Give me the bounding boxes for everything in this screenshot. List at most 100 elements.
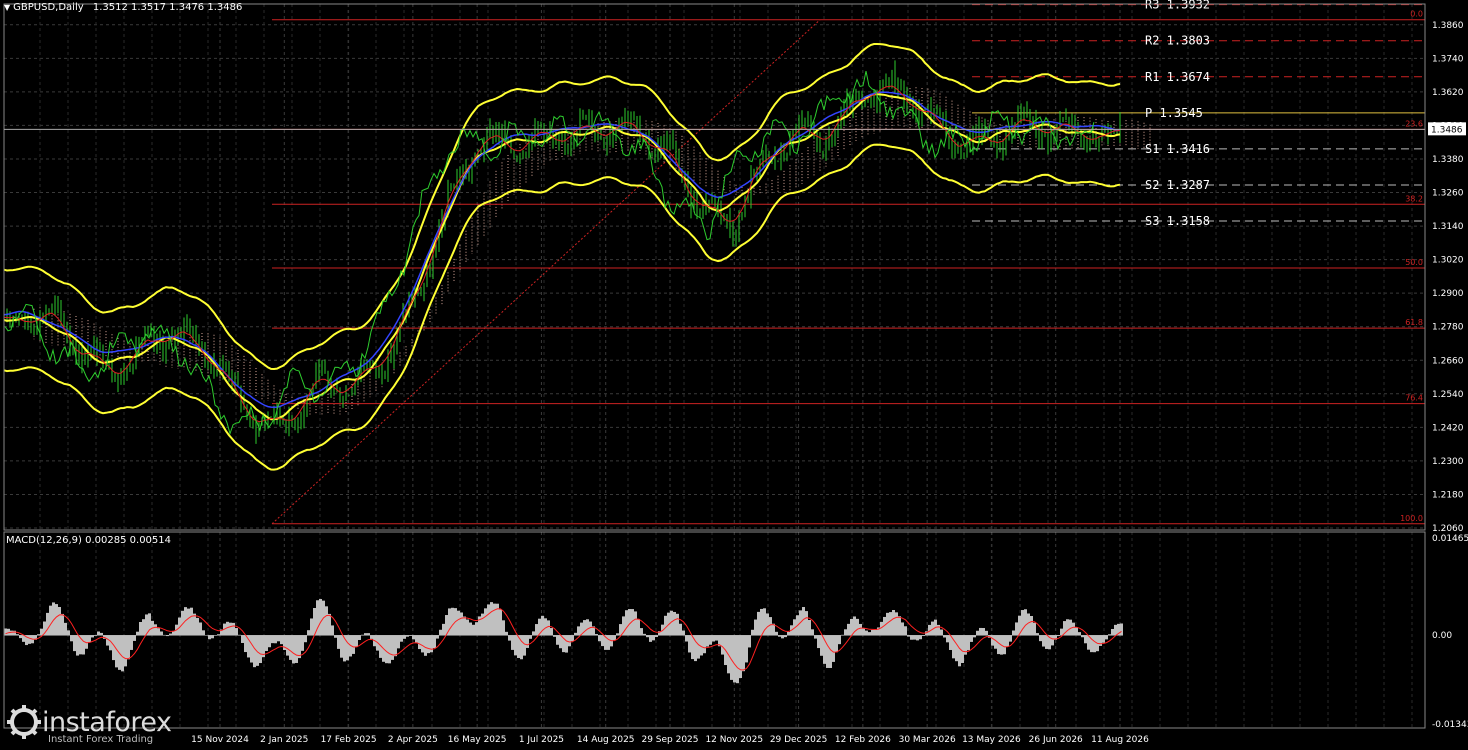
macd-bar bbox=[946, 635, 949, 643]
macd-bar bbox=[619, 624, 622, 636]
macd-bar bbox=[412, 635, 415, 640]
macd-bar bbox=[871, 629, 874, 636]
macd-bar bbox=[1039, 635, 1042, 642]
macd-bar bbox=[541, 615, 544, 636]
pivot-label: S1 1.3416 bbox=[1145, 142, 1210, 156]
macd-bar bbox=[811, 629, 814, 636]
macd-bar bbox=[76, 635, 79, 656]
macd-bar bbox=[487, 604, 490, 636]
macd-bar bbox=[577, 626, 580, 636]
macd-bar bbox=[1066, 619, 1069, 636]
date-tick: 14 Aug 2025 bbox=[577, 735, 635, 745]
macd-bar bbox=[40, 628, 43, 636]
fibo-trend-line bbox=[271, 19, 821, 525]
macd-bar bbox=[10, 630, 13, 636]
macd-bar bbox=[319, 599, 322, 636]
logo-tagline: Instant Forex Trading bbox=[48, 734, 154, 745]
price-tick: 1.3380 bbox=[1432, 155, 1464, 165]
macd-bar bbox=[679, 623, 682, 636]
macd-bar bbox=[595, 634, 598, 636]
macd-bar bbox=[640, 628, 643, 636]
macd-bar bbox=[238, 634, 241, 636]
macd-bar bbox=[460, 612, 463, 636]
macd-bar bbox=[307, 630, 310, 636]
macd-bar bbox=[481, 613, 484, 636]
macd-bar bbox=[100, 632, 103, 636]
macd-bar bbox=[775, 631, 778, 636]
macd-bar bbox=[892, 610, 895, 636]
macd-bar bbox=[55, 604, 58, 636]
macd-bar bbox=[394, 635, 397, 657]
macd-bar bbox=[364, 633, 367, 636]
macd-bar bbox=[706, 635, 709, 647]
macd-bar bbox=[355, 635, 358, 648]
macd-bar bbox=[553, 635, 556, 637]
macd-bar bbox=[1033, 622, 1036, 636]
chart-canvas[interactable]: 0.0 23.6 38.2 50.0 61.8 76.4 100.0 R3 1.3932 R2… bbox=[0, 0, 1468, 750]
bollinger-lower bbox=[3, 143, 1121, 471]
macd-bar bbox=[979, 627, 982, 636]
macd-bar bbox=[505, 631, 508, 636]
pivot-label: P 1.3545 bbox=[1145, 106, 1203, 120]
macd-bar bbox=[127, 635, 130, 660]
fibo-label: 50.0 bbox=[1405, 258, 1423, 267]
price-panel-frame bbox=[3, 3, 1426, 531]
macd-bar bbox=[751, 629, 754, 636]
macd-bar bbox=[721, 635, 724, 655]
symbol-menu-icon[interactable]: ▼ bbox=[4, 3, 10, 12]
macd-bar bbox=[784, 635, 787, 638]
macd-bar bbox=[253, 635, 256, 668]
macd-bar bbox=[325, 606, 328, 636]
date-tick: 13 May 2026 bbox=[962, 735, 1021, 745]
macd-bar bbox=[814, 635, 817, 639]
macd-bar bbox=[997, 635, 1000, 655]
macd-bar bbox=[67, 630, 70, 636]
macd-bar bbox=[973, 635, 976, 638]
macd-bar bbox=[1027, 613, 1030, 636]
macd-bar bbox=[967, 635, 970, 651]
pivot-label: S3 1.3158 bbox=[1145, 214, 1210, 228]
macd-bar bbox=[904, 626, 907, 636]
macd-bar bbox=[97, 631, 100, 636]
macd-bar bbox=[514, 635, 517, 656]
pivot-label: S2 1.3287 bbox=[1145, 178, 1210, 192]
macd-bar bbox=[49, 605, 52, 636]
macd-bar bbox=[652, 635, 655, 641]
macd-bar bbox=[205, 635, 208, 636]
date-tick: 30 Mar 2026 bbox=[899, 735, 956, 745]
macd-bar bbox=[163, 634, 166, 636]
macd-bar bbox=[457, 610, 460, 636]
macd-bar bbox=[91, 635, 94, 638]
macd-bar bbox=[304, 635, 307, 643]
date-tick: 17 Feb 2025 bbox=[321, 735, 377, 745]
date-tick: 15 Nov 2024 bbox=[191, 735, 249, 745]
ohlc-values: 1.3512 1.3517 1.3476 1.3486 bbox=[92, 2, 243, 13]
fibo-label: 76.4 bbox=[1405, 394, 1423, 403]
fibo-label: 38.2 bbox=[1405, 194, 1423, 203]
macd-bar bbox=[424, 635, 427, 656]
macd-bar bbox=[265, 635, 268, 652]
macd-bar bbox=[733, 635, 736, 683]
instaforex-logo: instaforex Instant Forex Trading bbox=[6, 704, 172, 745]
fibo-label: 0.0 bbox=[1410, 10, 1423, 19]
macd-bar bbox=[1006, 635, 1009, 647]
macd-bar bbox=[859, 623, 862, 636]
date-tick: 16 May 2025 bbox=[448, 735, 507, 745]
macd-bar bbox=[634, 611, 637, 636]
macd-bar bbox=[298, 635, 301, 659]
macd-bar bbox=[673, 611, 676, 636]
price-tick: 1.3020 bbox=[1432, 256, 1464, 266]
price-tick: 1.3140 bbox=[1432, 222, 1464, 232]
macd-bar bbox=[655, 635, 658, 638]
price-tick: 1.3620 bbox=[1432, 88, 1464, 98]
macd-bar bbox=[526, 635, 529, 648]
macd-bar bbox=[739, 635, 742, 679]
macd-bar bbox=[841, 634, 844, 636]
macd-bar bbox=[571, 635, 574, 642]
macd-bar bbox=[532, 631, 535, 636]
macd-bar bbox=[742, 635, 745, 672]
macd-bar bbox=[451, 607, 454, 636]
macd-bar bbox=[649, 635, 652, 642]
macd-bar bbox=[130, 635, 133, 650]
macd-bar bbox=[748, 635, 751, 648]
